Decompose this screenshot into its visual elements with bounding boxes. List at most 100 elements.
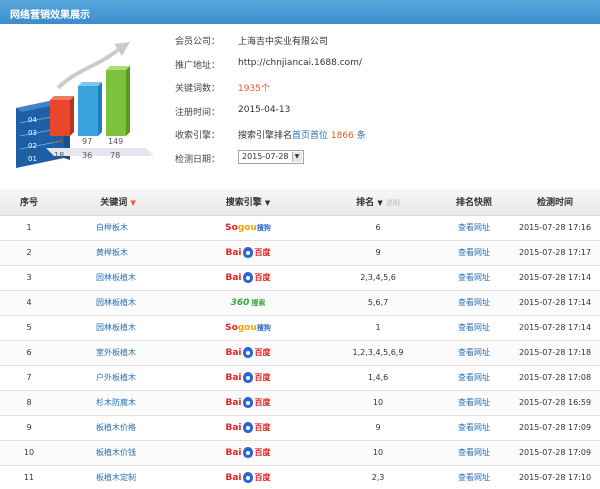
table-row: 10 板植木价钱 Bai 百度 10 查看网址 2015-07-28 17:09: [0, 440, 600, 466]
table-row: 8 杉木防腐木 Bai 百度 10 查看网址 2015-07-28 16:59: [0, 390, 600, 416]
snapshot-link[interactable]: 查看网址: [438, 415, 510, 441]
keyword-link[interactable]: 板植木定制: [58, 465, 178, 489]
engine-cell: Bai 百度: [178, 365, 318, 391]
engine-cell: So gou 搜狗: [178, 315, 318, 341]
check-time: 2015-07-28 17:09: [510, 440, 600, 466]
row-num: 8: [0, 390, 58, 416]
engine-cell: Bai 百度: [178, 465, 318, 489]
col-header-engine[interactable]: 搜索引擎 ▼: [178, 189, 318, 216]
sogou-logo: So gou 搜狗: [225, 322, 271, 333]
engine-cell: Bai 百度: [178, 340, 318, 366]
rank-value: 1,4,6: [318, 365, 438, 391]
paw-icon: [242, 347, 253, 358]
table-row: 2 黄榉板木 Bai 百度 9 查看网址 2015-07-28 17:17: [0, 240, 600, 266]
col-header-snapshot: 排名快照: [438, 189, 510, 216]
keyword-link[interactable]: 户外板植木: [58, 365, 178, 391]
row-num: 1: [0, 215, 58, 241]
snapshot-link[interactable]: 查看网址: [438, 215, 510, 241]
bar-top-value: 149: [108, 137, 123, 146]
keyword-link[interactable]: 室外板植木: [58, 340, 178, 366]
rank-value: 10: [318, 440, 438, 466]
keywords-count: 1935: [238, 84, 261, 95]
col-header-keyword[interactable]: 关键词 ▼: [58, 189, 178, 216]
col-header-num: 序号: [0, 189, 58, 216]
sort-icon[interactable]: ▼: [130, 199, 135, 207]
check-time: 2015-07-28 17:14: [510, 290, 600, 316]
keyword-link[interactable]: 板植木价钱: [58, 440, 178, 466]
bar-bottom-value: 18: [54, 151, 64, 160]
rank-value: 2,3: [318, 465, 438, 489]
company-info: 会员公司： 上海吉中实业有限公司 推广地址： http://chnjiancai…: [165, 34, 585, 176]
keyword-link[interactable]: 板植木价格: [58, 415, 178, 441]
check-time: 2015-07-28 17:17: [510, 240, 600, 266]
sort-icon[interactable]: ▼: [377, 199, 382, 207]
date-select-value: 2015-07-28: [242, 151, 289, 161]
engine-cell: Bai 百度: [178, 265, 318, 291]
promo-url-link[interactable]: http://chnjiancai.1688.com/: [238, 58, 362, 68]
rank-value: 5,6,7: [318, 290, 438, 316]
keyword-link[interactable]: 黄榉板木: [58, 240, 178, 266]
info-row-registration: 注册时间： 2015-04-13: [165, 105, 585, 129]
engine-cell: Bai 百度: [178, 390, 318, 416]
company-link[interactable]: 上海吉中实业有限公司: [238, 34, 328, 47]
baidu-logo: Bai 百度: [225, 422, 271, 433]
table-row: 3 园林板植木 Bai 百度 2,3,4,5,6 查看网址 2015-07-28 17:14: [0, 265, 600, 291]
engine-cell: Bai 百度: [178, 240, 318, 266]
table-row: 6 室外板植木 Bai 百度 1,2,3,4,5,6,9 查看网址 2015-07-28 1…: [0, 340, 600, 366]
row-num: 2: [0, 240, 58, 266]
chevron-down-icon[interactable]: ▼: [291, 151, 302, 162]
row-num: 6: [0, 340, 58, 366]
check-time: 2015-07-28 17:14: [510, 265, 600, 291]
table-row: 4 园林板植木 360 搜索 5,6,7 查看网址 2015-07-28 17:14: [0, 290, 600, 316]
paw-icon: [242, 472, 253, 483]
info-row-url: 推广地址： http://chnjiancai.1688.com/: [165, 58, 585, 82]
engine-label: 收索引擎：: [174, 131, 220, 142]
row-num: 9: [0, 415, 58, 441]
keyword-link[interactable]: 园林板植木: [58, 265, 178, 291]
snapshot-link[interactable]: 查看网址: [438, 365, 510, 391]
check-time: 2015-07-28 17:08: [510, 365, 600, 391]
engine-prefix: 搜索引擎排名: [238, 131, 293, 142]
axis-label: 04: [28, 116, 37, 124]
sogou-logo: So gou 搜狗: [225, 222, 271, 233]
check-time: 2015-07-28 17:16: [510, 215, 600, 241]
snapshot-link[interactable]: 查看网址: [438, 465, 510, 489]
so360-logo: 360 搜索: [230, 297, 266, 308]
keyword-link[interactable]: 园林板植木: [58, 315, 178, 341]
snapshot-link[interactable]: 查看网址: [438, 340, 510, 366]
col-header-rank[interactable]: 排名 ▼ 说明: [318, 189, 438, 216]
engine-value: 搜索引擎排名首页首位 1866 条: [238, 128, 366, 141]
paw-icon: [242, 372, 253, 383]
rank-value: 1,2,3,4,5,6,9: [318, 340, 438, 366]
paw-icon: [242, 247, 253, 258]
sort-icon[interactable]: ▼: [265, 199, 270, 207]
baidu-logo: Bai 百度: [225, 272, 271, 283]
table-row: 7 户外板植木 Bai 百度 1,4,6 查看网址 2015-07-28 17:08: [0, 365, 600, 391]
snapshot-link[interactable]: 查看网址: [438, 390, 510, 416]
snapshot-link[interactable]: 查看网址: [438, 265, 510, 291]
company-label: 会员公司：: [174, 37, 220, 47]
engine-cell: Bai 百度: [178, 440, 318, 466]
bar-top-value: 97: [82, 137, 92, 146]
snapshot-link[interactable]: 查看网址: [438, 240, 510, 266]
bar-top-value: 64: [54, 137, 64, 146]
row-num: 10: [0, 440, 58, 466]
table-row: 9 板植木价格 Bai 百度 9 查看网址 2015-07-28 17:09: [0, 415, 600, 441]
table-row: 1 白榉板木 So gou 搜狗 6 查看网址 2015-07-28 17:16: [0, 215, 600, 241]
keyword-link[interactable]: 园林板植木: [58, 290, 178, 316]
bar-chart-graphic: 04 03 02 01 64 97 149 18 36 78: [16, 42, 154, 168]
keyword-link[interactable]: 杉木防腐木: [58, 390, 178, 416]
table-header-row: 序号 关键词 ▼ 搜索引擎 ▼ 排名 ▼ 说明 排名快照 检测时间: [0, 189, 600, 216]
snapshot-link[interactable]: 查看网址: [438, 440, 510, 466]
row-num: 5: [0, 315, 58, 341]
snapshot-link[interactable]: 查看网址: [438, 290, 510, 316]
engine-count: 1866: [330, 131, 354, 142]
table-row: 5 园林板植木 So gou 搜狗 1 查看网址 2015-07-28 17:14: [0, 315, 600, 341]
keyword-link[interactable]: 白榉板木: [58, 215, 178, 241]
col-header-time: 检测时间: [510, 189, 600, 216]
date-value: 2015-07-28 ▼: [238, 149, 304, 166]
snapshot-link[interactable]: 查看网址: [438, 315, 510, 341]
registration-label: 注册时间：: [174, 107, 220, 118]
date-select[interactable]: 2015-07-28 ▼: [238, 149, 304, 164]
rank-value: 10: [318, 390, 438, 416]
